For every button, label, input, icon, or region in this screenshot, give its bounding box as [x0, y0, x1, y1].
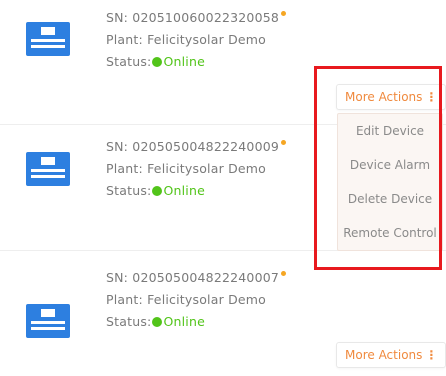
highlight-annotation-box: [314, 66, 442, 270]
online-status-dot: [152, 186, 163, 196]
sn-indicator-dot: [281, 11, 287, 16]
status-value: Online: [163, 54, 205, 69]
device-info: SN: 020510060022320058 Plant: Felicityso…: [106, 7, 287, 73]
sn-indicator-dot: [281, 271, 287, 276]
sn-row: SN: 020510060022320058: [106, 7, 287, 29]
device-info: SN: 020505004822240009 Plant: Felicityso…: [106, 136, 287, 202]
sn-indicator-dot: [281, 140, 287, 145]
sn-row: SN: 020505004822240007: [106, 267, 287, 289]
more-actions-button[interactable]: More Actions ⋮: [336, 342, 446, 368]
status-value: Online: [163, 183, 205, 198]
status-row: Status: Online: [106, 314, 205, 329]
sn-row: SN: 020505004822240009: [106, 136, 287, 158]
device-info: SN: 020505004822240007 Plant: Felicityso…: [106, 267, 287, 333]
status-value: Online: [163, 314, 205, 329]
online-status-dot: [152, 317, 163, 327]
status-row: Status: Online: [106, 183, 205, 198]
plant-row: Plant: Felicitysolar Demo: [106, 32, 267, 47]
serial-number: 020505004822240007: [132, 270, 280, 285]
plant-row: Plant: Felicitysolar Demo: [106, 292, 267, 307]
plant-name: Felicitysolar Demo: [147, 32, 267, 47]
serial-number: 020510060022320058: [132, 10, 280, 25]
inverter-icon: [26, 22, 70, 56]
inverter-icon: [26, 152, 70, 186]
kebab-menu-icon: ⋮: [425, 348, 438, 362]
inverter-icon: [26, 304, 70, 338]
serial-number: 020505004822240009: [132, 139, 280, 154]
plant-name: Felicitysolar Demo: [147, 292, 267, 307]
online-status-dot: [152, 57, 163, 67]
status-row: Status: Online: [106, 54, 205, 69]
plant-name: Felicitysolar Demo: [147, 161, 267, 176]
plant-row: Plant: Felicitysolar Demo: [106, 161, 267, 176]
